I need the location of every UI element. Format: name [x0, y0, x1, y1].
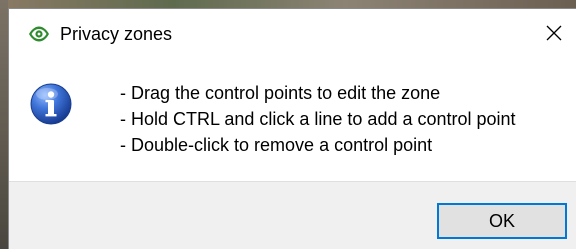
message-area: - Drag the control points to edit the zo…: [9, 57, 576, 181]
message-line: - Double-click to remove a control point: [120, 135, 433, 155]
privacy-zones-dialog: Privacy zones - Drag the control points …: [8, 8, 576, 249]
close-button[interactable]: [532, 16, 576, 50]
information-icon: [30, 83, 72, 125]
ok-button[interactable]: OK: [437, 203, 567, 239]
eye-icon: [28, 26, 50, 42]
message-line: - Hold CTRL and click a line to add a co…: [120, 109, 516, 129]
close-icon: [546, 25, 562, 41]
message-line: - Drag the control points to edit the zo…: [120, 83, 441, 103]
background-desktop-left: [0, 0, 8, 249]
title-bar[interactable]: Privacy zones: [9, 9, 576, 57]
window-title: Privacy zones: [60, 24, 173, 44]
button-bar: OK: [9, 181, 576, 249]
message-list: - Drag the control points to edit the zo…: [120, 80, 516, 158]
